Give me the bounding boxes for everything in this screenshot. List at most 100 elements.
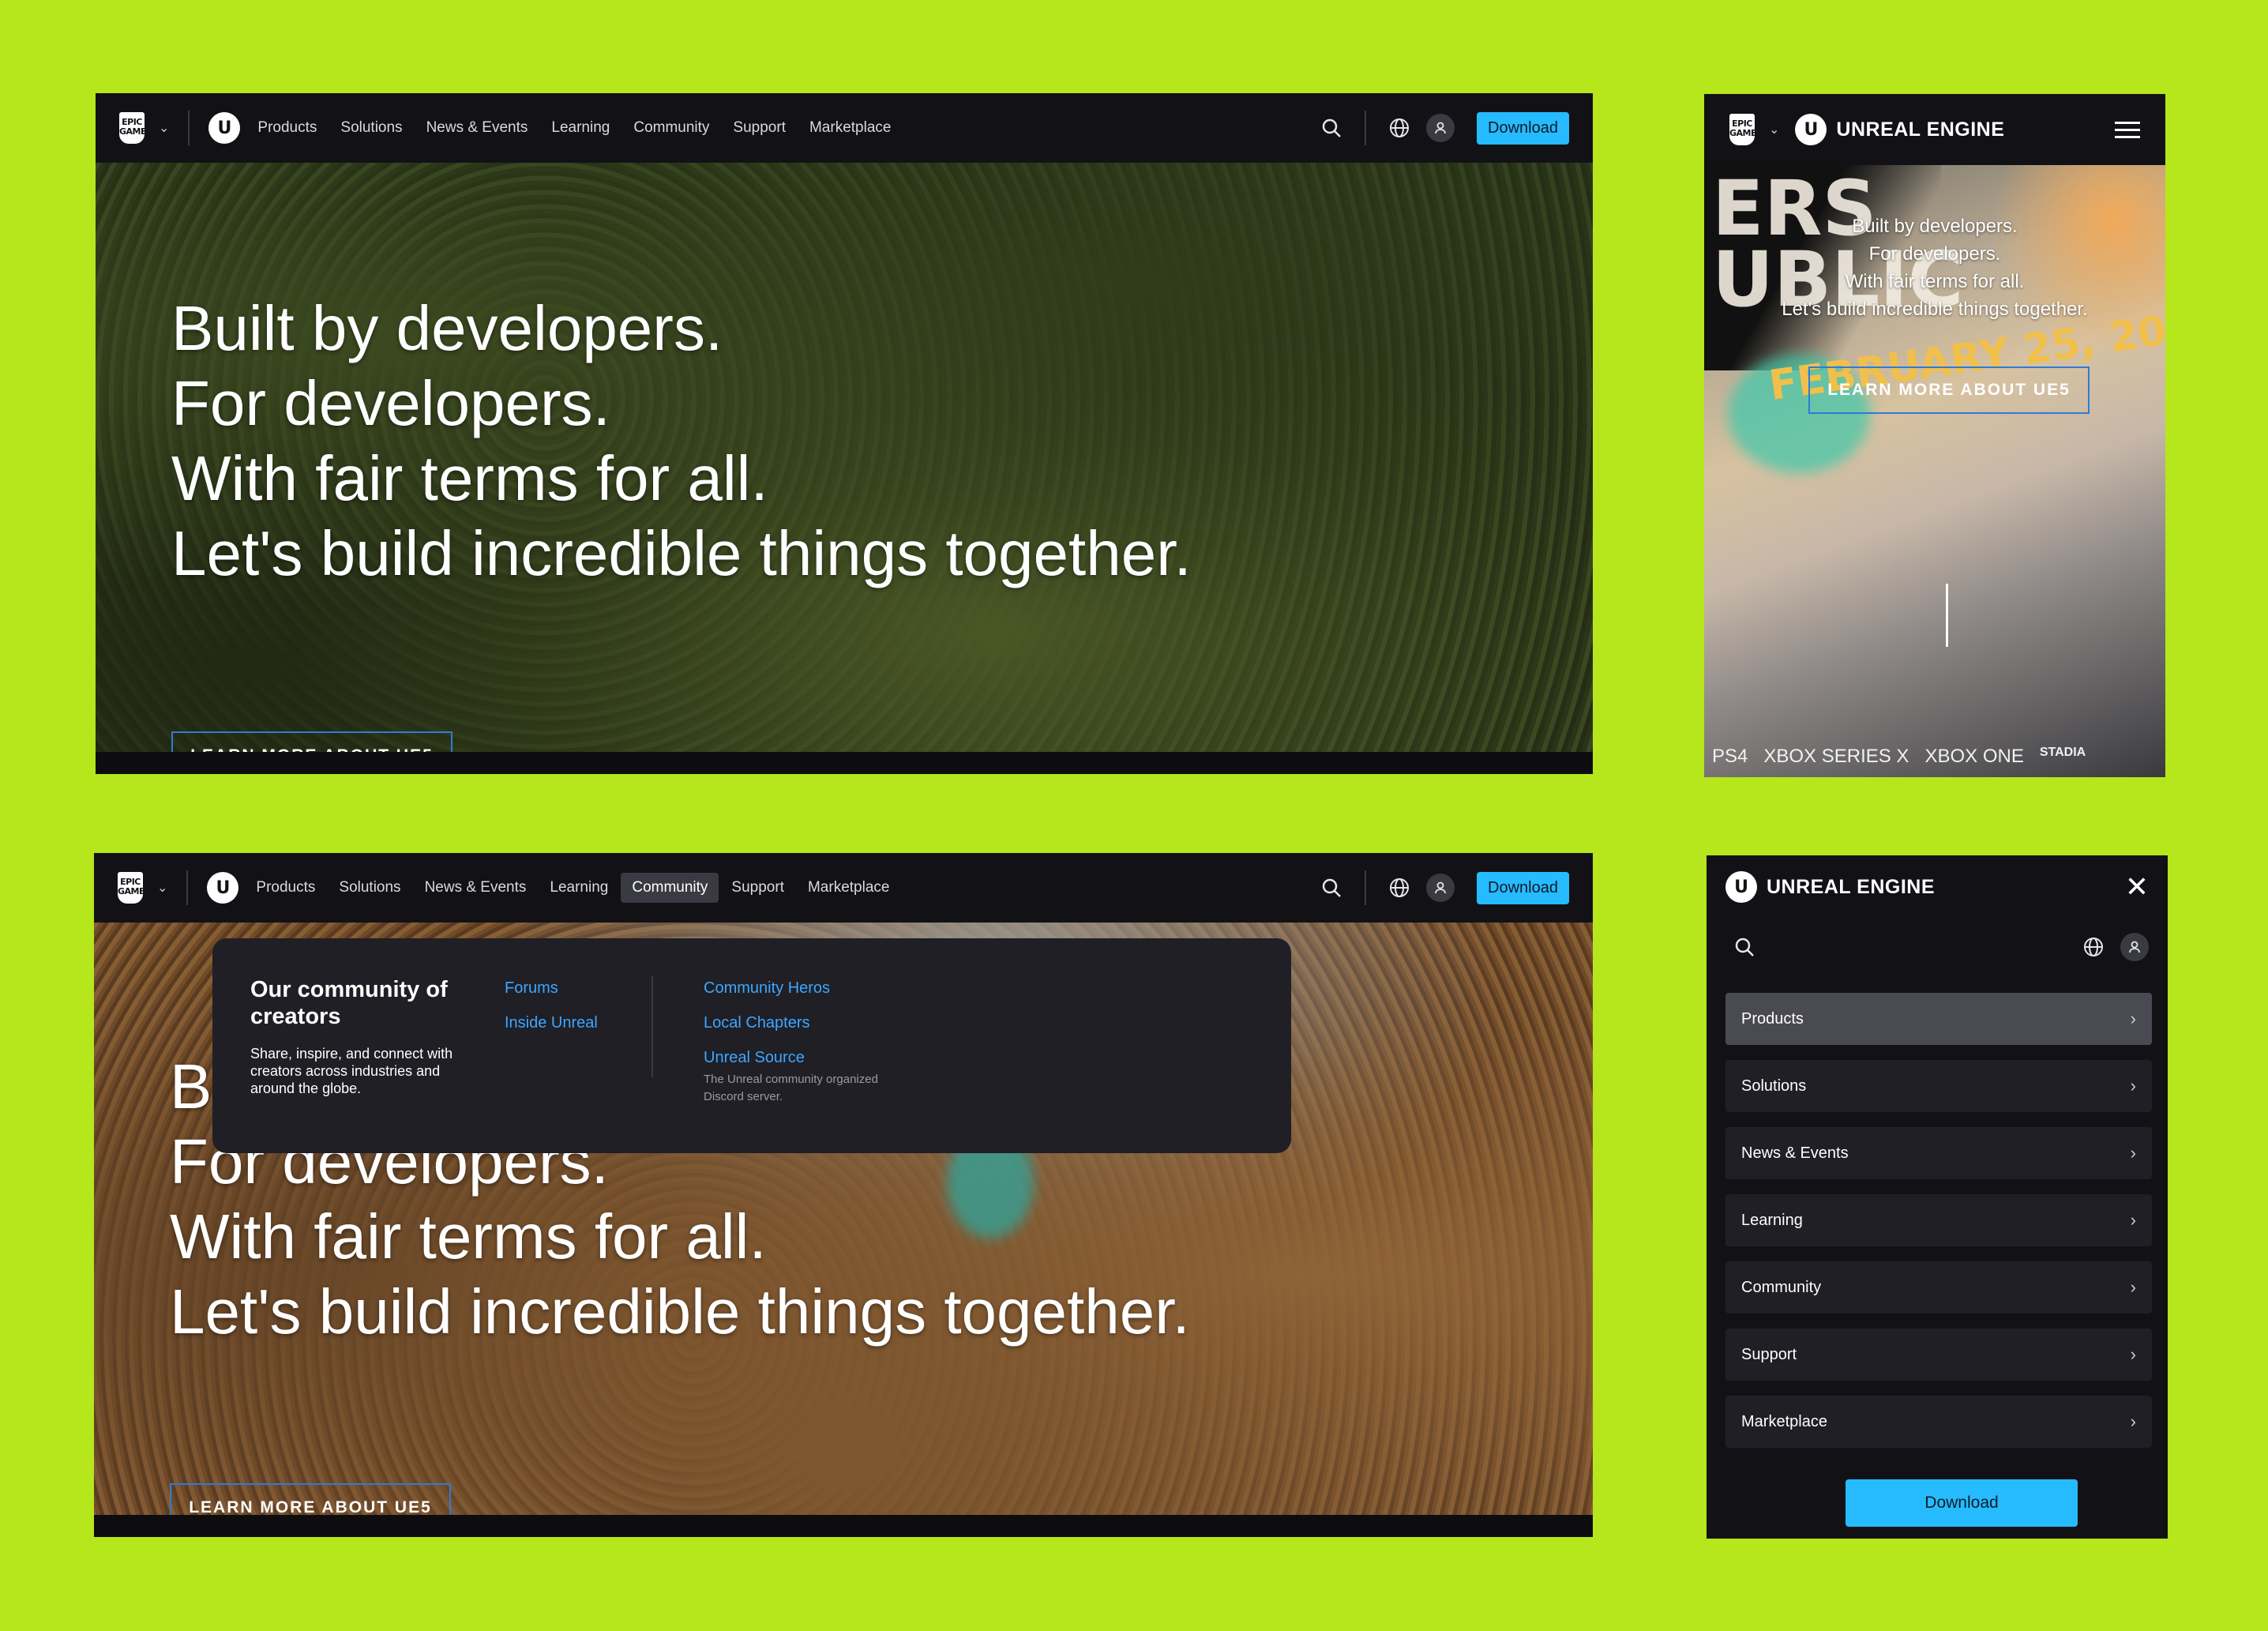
top-nav: EPIC GAMES ⌄ U Products Solutions News & … (94, 853, 1593, 923)
nav-item-learning[interactable]: Learning (550, 879, 608, 896)
hero-bottom-strip (96, 752, 1593, 774)
brand-text: UNREAL ENGINE (1767, 875, 1936, 898)
hero-line: With fair terms for all. (171, 443, 768, 513)
platform-ps4: PS4 (1712, 746, 1748, 767)
nav-item-products[interactable]: Products (257, 119, 317, 137)
hero-line: Let's build incredible things together. (1782, 299, 2088, 320)
unreal-logo-icon: U (1725, 871, 1757, 903)
chevron-down-icon[interactable]: ⌄ (157, 880, 167, 896)
top-nav: EPIC GAMES ⌄ U Products Solutions News & … (96, 93, 1593, 163)
nav-item-news-events[interactable]: News & Events (426, 119, 528, 137)
mobile-item-community[interactable]: Community › (1725, 1261, 2152, 1313)
scroll-indicator (1946, 584, 1948, 647)
chevron-right-icon: › (2130, 1277, 2136, 1297)
mobile-hero-headline: Built by developers. For developers. Wit… (1704, 212, 2165, 323)
desktop-hero-panel: EPIC GAMES ⌄ U Products Solutions News & … (96, 93, 1593, 774)
dropdown-description: Share, inspire, and connect with creator… (250, 1046, 453, 1096)
hero-headline: Built by developers. For developers. Wit… (171, 291, 1192, 591)
mobile-item-products[interactable]: Products › (1725, 993, 2152, 1045)
menu-item-label: Support (1741, 1345, 1797, 1363)
mobile-menu-panel: U UNREAL ENGINE ✕ Products › Solutions › N… (1707, 855, 2168, 1539)
nav-item-support[interactable]: Support (731, 879, 784, 896)
platform-xbox-one: XBOX ONE (1924, 746, 2024, 767)
nav-item-marketplace[interactable]: Marketplace (808, 879, 890, 896)
epic-games-icon[interactable]: EPIC GAMES (1729, 114, 1763, 145)
hero-line: With fair terms for all. (1845, 271, 2025, 292)
user-icon[interactable] (2120, 933, 2149, 961)
mobile-item-marketplace[interactable]: Marketplace › (1725, 1396, 2152, 1448)
download-button[interactable]: Download (1846, 1479, 2078, 1527)
nav-item-products[interactable]: Products (256, 879, 315, 896)
brand[interactable]: U UNREAL ENGINE (1725, 871, 1935, 903)
menu-item-label: Solutions (1741, 1077, 1807, 1095)
nav-item-community[interactable]: Community (633, 119, 709, 137)
user-icon[interactable] (1426, 114, 1455, 142)
globe-icon[interactable] (1385, 874, 1414, 902)
unreal-logo-icon: U (1795, 114, 1827, 145)
globe-icon[interactable] (1385, 114, 1414, 142)
mobile-hero-background: ERS UBLIC FEBRUARY 25, 2021 Built by dev… (1704, 165, 2165, 777)
main-menu: Products Solutions News & Events Learnin… (257, 119, 914, 137)
nav-item-community[interactable]: Community (621, 873, 719, 903)
nav-item-marketplace[interactable]: Marketplace (809, 119, 892, 137)
mobile-item-solutions[interactable]: Solutions › (1725, 1060, 2152, 1112)
chevron-down-icon[interactable]: ⌄ (159, 120, 169, 136)
user-icon[interactable] (1426, 874, 1455, 902)
learn-more-button[interactable]: LEARN MORE ABOUT UE5 (1808, 366, 2090, 414)
unreal-logo-icon[interactable]: U (208, 112, 241, 144)
hero-line: For developers. (1868, 243, 2001, 265)
mobile-menu-header: U UNREAL ENGINE ✕ (1707, 855, 2168, 919)
chevron-right-icon: › (2130, 1210, 2136, 1230)
download-button[interactable]: Download (1477, 871, 1569, 904)
nav-item-solutions[interactable]: Solutions (340, 119, 402, 137)
unreal-logo-icon[interactable]: U (207, 872, 239, 904)
menu-item-label: Products (1741, 1009, 1804, 1028)
chevron-right-icon: › (2130, 1009, 2136, 1028)
chevron-right-icon: › (2130, 1411, 2136, 1431)
nav-item-learning[interactable]: Learning (551, 119, 610, 137)
brand-text: UNREAL ENGINE (1836, 118, 2005, 141)
platform-stadia: STADIA (2039, 746, 2086, 759)
dropdown-divider (651, 976, 653, 1077)
menu-item-label: Marketplace (1741, 1412, 1827, 1430)
link-forums[interactable]: Forums (505, 979, 598, 998)
hamburger-icon[interactable] (2115, 117, 2140, 143)
menu-item-label: News & Events (1741, 1144, 1849, 1162)
globe-icon[interactable] (2079, 933, 2108, 961)
dropdown-title: Our community of creators (250, 977, 448, 1029)
mobile-item-learning[interactable]: Learning › (1725, 1194, 2152, 1246)
nav-item-support[interactable]: Support (733, 119, 786, 137)
dropdown-links-col2: Community Heros Local Chapters Unreal So… (704, 979, 909, 1106)
chevron-down-icon[interactable]: ⌄ (1769, 122, 1779, 137)
link-inside-unreal[interactable]: Inside Unreal (505, 1014, 598, 1032)
hero-line: With fair terms for all. (170, 1201, 767, 1272)
epic-games-icon[interactable]: EPIC GAMES (119, 112, 152, 144)
nav-item-news-events[interactable]: News & Events (425, 879, 527, 896)
hero-line: Let's build incredible things together. (170, 1276, 1190, 1347)
menu-item-label: Community (1741, 1278, 1822, 1296)
nav-item-solutions[interactable]: Solutions (339, 879, 400, 896)
nav-right: Download (1317, 870, 1569, 905)
chevron-right-icon: › (2130, 1344, 2136, 1364)
close-icon[interactable]: ✕ (2125, 870, 2149, 904)
nav-divider (188, 111, 190, 145)
download-button[interactable]: Download (1477, 111, 1569, 145)
hero-bottom-strip (94, 1515, 1593, 1537)
community-dropdown: Our community of creators Share, inspire… (212, 938, 1291, 1153)
link-unreal-source[interactable]: Unreal Source (704, 1049, 909, 1067)
hero-line: Built by developers. (1852, 216, 2018, 237)
platform-xbox-series-x: XBOX SERIES X (1763, 746, 1909, 767)
epic-games-icon[interactable]: EPIC GAMES (118, 872, 151, 904)
link-local-chapters[interactable]: Local Chapters (704, 1014, 909, 1032)
brand[interactable]: U UNREAL ENGINE (1795, 114, 2004, 145)
chevron-right-icon: › (2130, 1076, 2136, 1095)
link-community-heros[interactable]: Community Heros (704, 979, 909, 998)
hero-line: Let's build incredible things together. (171, 518, 1192, 588)
mobile-hero-panel: EPIC GAMES ⌄ U UNREAL ENGINE ERS UBLIC FE… (1704, 94, 2165, 777)
search-icon[interactable] (1730, 933, 1759, 961)
search-icon[interactable] (1317, 114, 1346, 142)
mobile-nav: EPIC GAMES ⌄ U UNREAL ENGINE (1704, 94, 2165, 165)
search-icon[interactable] (1317, 874, 1346, 902)
mobile-item-news-events[interactable]: News & Events › (1725, 1127, 2152, 1179)
mobile-item-support[interactable]: Support › (1725, 1328, 2152, 1381)
